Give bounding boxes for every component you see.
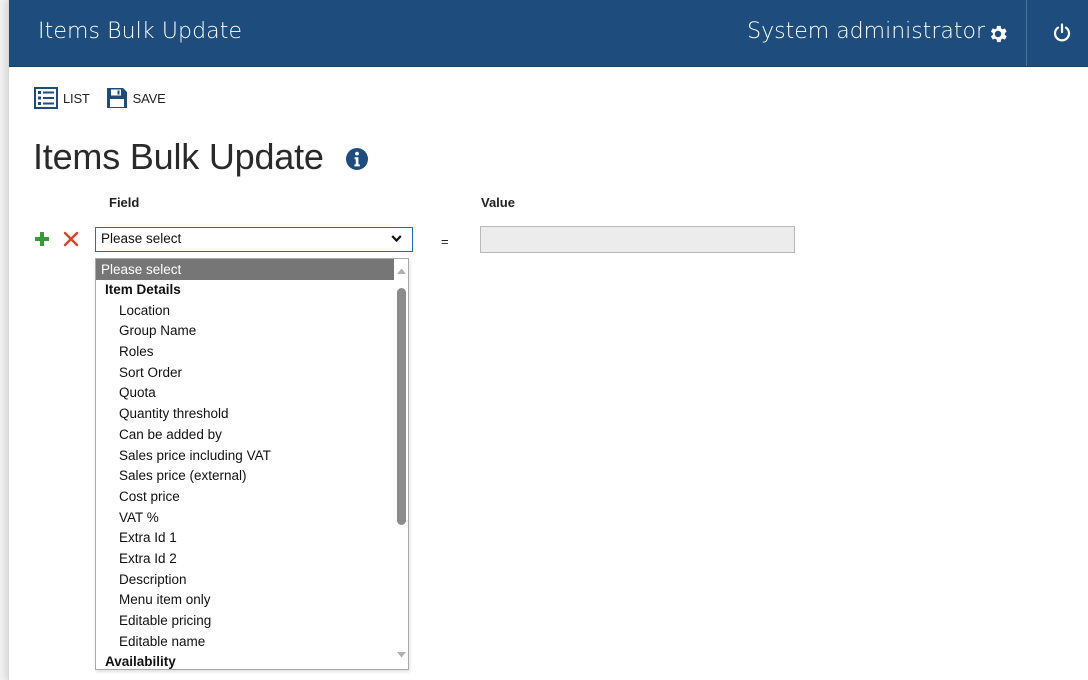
dropdown-option[interactable]: Menu item only <box>96 590 394 611</box>
save-icon <box>106 88 127 108</box>
field-column-label: Field <box>109 195 140 210</box>
list-icon <box>34 87 58 109</box>
info-icon[interactable] <box>345 147 369 171</box>
scrollbar-thumb[interactable] <box>397 288 406 525</box>
field-select-value: Please select <box>101 231 182 246</box>
option-group-header: Availability <box>105 654 176 670</box>
scroll-down-icon[interactable] <box>397 652 406 659</box>
dropdown-option[interactable]: Quantity threshold <box>96 404 394 425</box>
field-dropdown-list[interactable]: Please select Item Details Location Group N… <box>95 258 409 670</box>
dropdown-option[interactable]: Quota <box>96 383 394 404</box>
field-select[interactable]: Please select <box>95 227 413 252</box>
dropdown-option[interactable]: Description <box>96 570 394 591</box>
dropdown-option[interactable]: Roles <box>96 342 394 363</box>
list-button-label: LIST <box>63 90 90 106</box>
scroll-up-icon[interactable] <box>397 267 406 274</box>
dropdown-scrollbar[interactable] <box>394 259 408 669</box>
dropdown-option[interactable]: Please select <box>96 259 394 280</box>
chevron-down-icon[interactable] <box>391 234 402 243</box>
dropdown-option[interactable]: Can be added by <box>96 425 394 446</box>
dropdown-option[interactable]: Extra Id 2 <box>96 549 394 570</box>
option-group-header: Item Details <box>105 282 181 297</box>
power-icon[interactable] <box>1052 23 1072 43</box>
save-button-label: SAVE <box>132 90 166 106</box>
gear-icon[interactable] <box>987 23 1009 45</box>
dropdown-option[interactable]: Sort Order <box>96 363 394 384</box>
dropdown-option[interactable]: Cost price <box>96 487 394 508</box>
value-column-label: Value <box>481 195 515 210</box>
app-header: Items Bulk Update System administrator <box>9 0 1088 67</box>
dropdown-option[interactable]: Editable name <box>96 632 394 653</box>
remove-row-icon[interactable] <box>63 231 79 247</box>
add-row-icon[interactable] <box>35 232 49 246</box>
dropdown-option[interactable]: Editable pricing <box>96 611 394 632</box>
toolbar: LIST SAVE <box>34 86 182 110</box>
app-window: Items Bulk Update System administrator L… <box>8 0 1088 680</box>
user-name[interactable]: System administrator <box>747 19 985 44</box>
dropdown-option[interactable]: Group Name <box>96 321 394 342</box>
list-button[interactable]: LIST <box>34 87 90 109</box>
dropdown-option[interactable]: Sales price including VAT <box>96 446 394 467</box>
dropdown-option[interactable]: Sales price (external) <box>96 466 394 487</box>
equals-sign: = <box>441 234 449 249</box>
dropdown-options: Please select Item Details Location Group N… <box>96 259 394 670</box>
dropdown-option[interactable]: VAT % <box>96 508 394 529</box>
dropdown-option[interactable]: Extra Id 1 <box>96 528 394 549</box>
app-title: Items Bulk Update <box>38 19 243 44</box>
value-input[interactable] <box>480 226 795 253</box>
save-button[interactable]: SAVE <box>106 87 166 109</box>
dropdown-option[interactable]: Location <box>96 301 394 322</box>
page-title: Items Bulk Update <box>33 136 324 177</box>
header-separator <box>1026 0 1027 66</box>
